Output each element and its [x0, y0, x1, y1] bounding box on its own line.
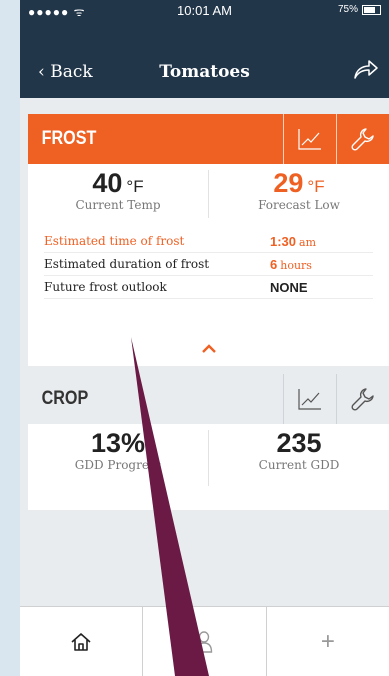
- status-time: 10:01 AM: [177, 3, 232, 18]
- phone-screen: ●●●●● ᯤ 10:01 AM 75% ‹ Back Tomatoes FRO…: [20, 0, 389, 676]
- frost-outlook-value: NONE: [270, 279, 308, 295]
- person-icon: [196, 631, 213, 653]
- battery-percent: 75%: [337, 4, 358, 15]
- home-icon: [71, 633, 91, 651]
- frost-duration-suffix: hours: [280, 258, 312, 272]
- nav-bar: ‹ Back Tomatoes: [20, 22, 389, 98]
- frost-duration-row: Estimated duration of frost 6 hours: [44, 253, 373, 276]
- plus-icon: +: [320, 628, 335, 655]
- tab-home[interactable]: [20, 607, 142, 676]
- frost-card-header: FROST: [28, 114, 389, 164]
- crop-settings-button[interactable]: [336, 374, 389, 424]
- status-bar: ●●●●● ᯤ 10:01 AM 75%: [20, 0, 389, 22]
- gdd-progress-stat: 13% GDD Progress: [28, 424, 208, 490]
- forecast-low-value: 29: [273, 168, 304, 198]
- current-temp-unit: °F: [126, 177, 144, 196]
- frost-chart-button[interactable]: [283, 114, 336, 164]
- frost-time-suffix: am: [299, 235, 317, 249]
- frost-collapse-button[interactable]: [28, 339, 389, 358]
- tab-add[interactable]: +: [265, 607, 389, 676]
- tab-bar: +: [20, 606, 389, 676]
- frost-settings-button[interactable]: [336, 114, 389, 164]
- current-temp-label: Current Temp: [75, 198, 161, 212]
- frost-card: FROST 40 °F Current Temp 29 °F Forecast Lo: [28, 114, 389, 366]
- current-temp-stat: 40 °F Current Temp: [28, 164, 208, 222]
- battery-indicator: 75%: [338, 4, 381, 15]
- frost-detail-list: Estimated time of frost 1:30 am Estimated…: [28, 230, 389, 299]
- frost-time-value: 1:30: [270, 233, 297, 249]
- chart-icon: [298, 389, 321, 410]
- forecast-low-label: Forecast Low: [258, 198, 340, 212]
- current-gdd-value: 235: [276, 428, 322, 458]
- frost-duration-label: Estimated duration of frost: [44, 257, 210, 271]
- frost-outlook-label: Future frost outlook: [44, 280, 167, 294]
- gdd-progress-label: GDD Progress: [74, 458, 162, 472]
- share-icon[interactable]: [353, 58, 379, 80]
- crop-card-header: CROP: [28, 374, 389, 424]
- wrench-icon: [351, 128, 374, 151]
- forecast-low-unit: °F: [307, 177, 325, 196]
- crop-card: CROP 13% GDD Progress 235 Current GDD: [28, 374, 389, 510]
- battery-icon: [362, 4, 381, 15]
- frost-time-label: Estimated time of frost: [44, 234, 185, 248]
- frost-duration-value: 6: [270, 256, 278, 272]
- wrench-icon: [351, 388, 374, 411]
- current-gdd-label: Current GDD: [258, 458, 340, 472]
- page-title: Tomatoes: [159, 62, 250, 82]
- crop-chart-button[interactable]: [283, 374, 336, 424]
- chevron-up-icon: [201, 344, 216, 353]
- frost-stats: 40 °F Current Temp 29 °F Forecast Low: [28, 164, 389, 222]
- tab-profile[interactable]: [142, 607, 265, 676]
- crop-card-title: CROP: [41, 388, 89, 409]
- chart-icon: [298, 129, 321, 150]
- current-gdd-stat: 235 Current GDD: [208, 428, 389, 486]
- frost-card-title: FROST: [41, 128, 97, 149]
- frost-time-row: Estimated time of frost 1:30 am: [44, 230, 373, 253]
- crop-stats: 13% GDD Progress 235 Current GDD: [28, 424, 389, 490]
- frost-outlook-row: Future frost outlook NONE: [44, 276, 373, 299]
- forecast-low-stat: 29 °F Forecast Low: [208, 168, 389, 218]
- gdd-progress-value: 13%: [90, 428, 146, 458]
- current-temp-value: 40: [92, 168, 123, 198]
